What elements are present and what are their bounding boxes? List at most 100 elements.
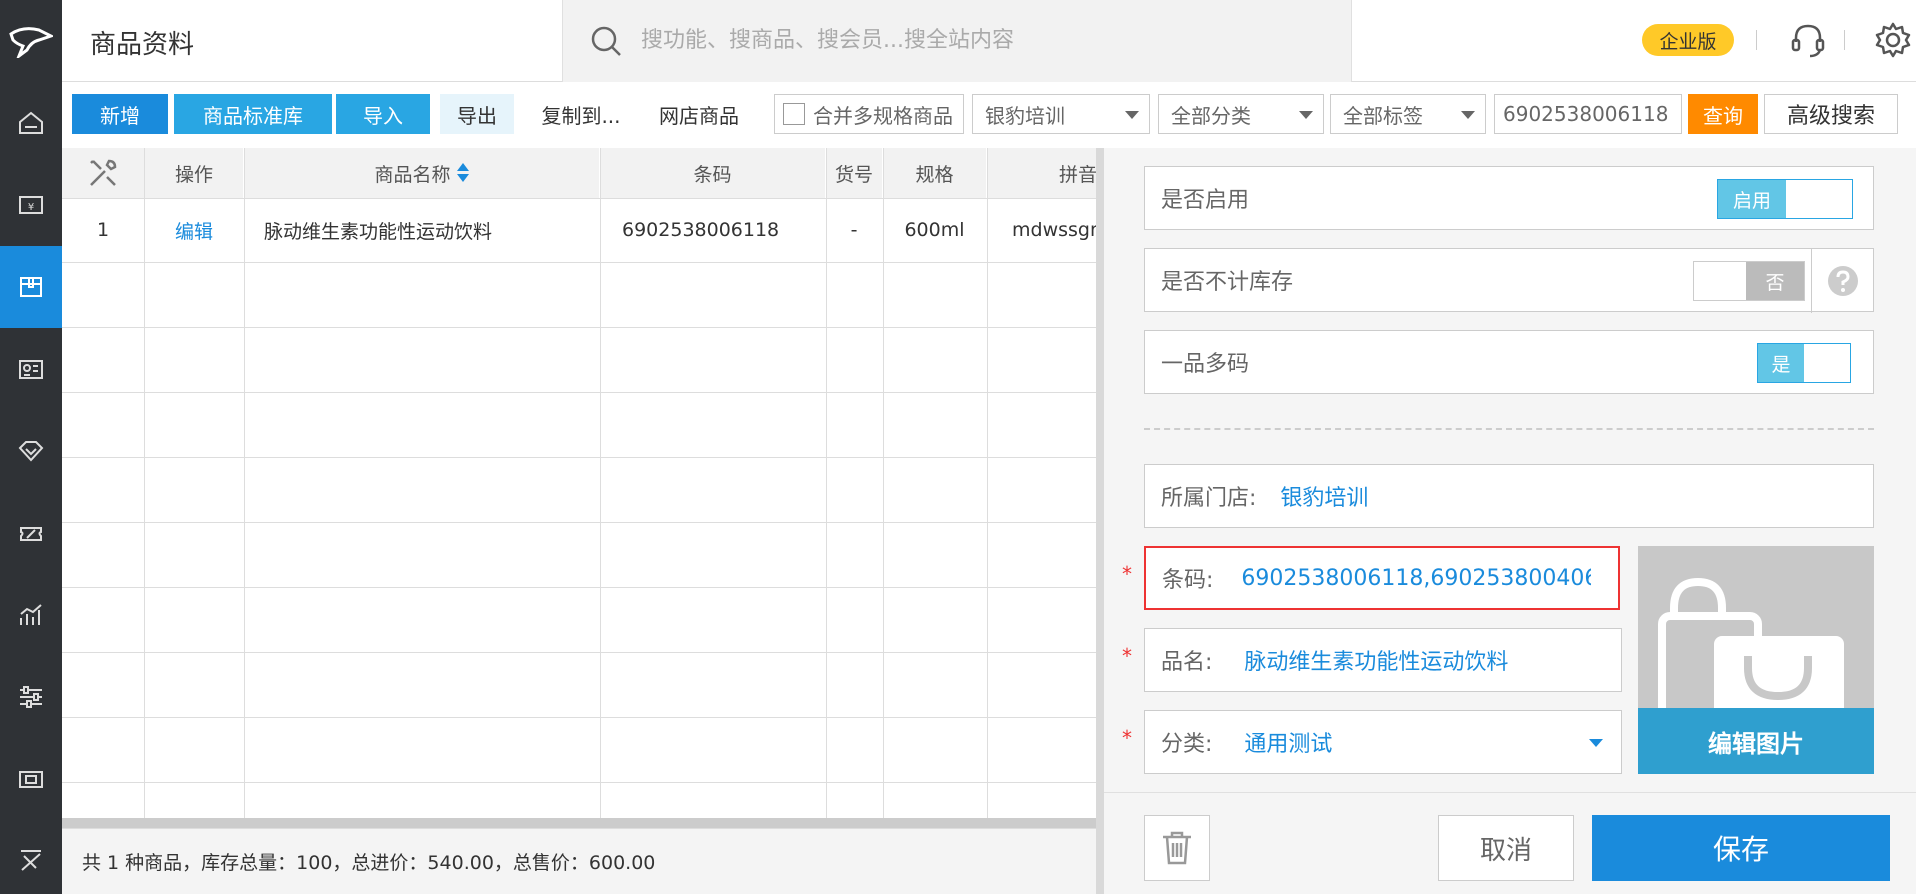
grid-line [62,652,1102,653]
copy-to-button[interactable]: 复制到... [522,94,640,134]
delete-button[interactable] [1144,815,1210,881]
toolbar: 新增 商品标准库 导入 导出 复制到... 网店商品 合并多规格商品 银豹培训 … [62,82,1916,148]
sort-icon[interactable] [456,163,469,183]
logo[interactable] [0,0,62,82]
save-button[interactable]: 保存 [1592,815,1890,881]
column-settings-header[interactable] [62,148,144,198]
category-value: 通用测试 [1244,732,1333,757]
coupon-icon [20,527,42,541]
sidebar-item-marketing[interactable] [0,410,62,492]
summary-footer: 共 1 种商品，库存总量：100，总进价：540.00，总售价：600.00 [62,828,1102,894]
row-pinyin: mdwssgnx [1012,219,1102,241]
sidebar-item-members[interactable] [0,328,62,410]
category-select[interactable]: 全部分类 [1158,94,1324,134]
horizontal-scrollbar[interactable] [62,818,1102,828]
cancel-button[interactable]: 取消 [1438,815,1574,881]
query-button[interactable]: 查询 [1688,94,1758,134]
diamond-icon [18,441,44,462]
required-mark: * [1122,726,1132,750]
required-mark: * [1122,562,1132,586]
barcode-query-input[interactable]: 6902538006118 [1494,94,1682,134]
store-label: 所属门店: [1161,486,1257,511]
name-value: 脉动维生素功能性运动饮料 [1244,650,1509,675]
grid-line [62,782,1102,783]
sliders-icon [20,686,42,708]
leopard-logo-icon [9,27,53,58]
store-value: 银豹培训 [1280,486,1369,511]
product-box-icon [20,277,42,297]
header-name[interactable]: 商品名称 [244,148,599,198]
grid-line [62,198,1102,199]
edit-image-button[interactable]: 编辑图片 [1638,708,1874,774]
grid-line [62,717,1102,718]
header-divider [1756,30,1757,50]
sidebar-item-coupons[interactable] [0,492,62,574]
row-barcode: 6902538006118 [622,219,780,241]
header-action: 操作 [145,148,243,198]
header-pinyin: 拼音 [987,148,1102,198]
enabled-toggle-on: 启用 [1718,180,1786,218]
sidebar-item-reports[interactable] [0,574,62,656]
header-spec: 规格 [883,148,986,198]
add-button[interactable]: 新增 [72,94,168,134]
grid-line [62,457,1102,458]
header-barcode: 条码 [600,148,825,198]
edit-link[interactable]: 编辑 [145,198,243,262]
import-button[interactable]: 导入 [336,94,430,134]
edition-badge[interactable]: 企业版 [1642,24,1734,56]
multi-code-toggle-on: 是 [1758,344,1804,382]
headset-support-icon[interactable] [1788,20,1828,60]
global-search[interactable] [562,0,1352,82]
sidebar-item-settings[interactable] [0,656,62,738]
advanced-search-button[interactable]: 高级搜索 [1764,94,1898,134]
tag-select[interactable]: 全部标签 [1330,94,1486,134]
barcode-label: 条码: [1162,568,1214,593]
sidebar-item-tools[interactable] [0,820,62,894]
store-select[interactable]: 银豹培训 [972,94,1150,134]
multi-code-row: 一品多码 是 [1144,330,1874,394]
online-products-button[interactable]: 网店商品 [644,94,754,134]
panel-action-bar: 取消 保存 [1104,792,1916,894]
export-button[interactable]: 导出 [440,94,514,134]
grid-line [62,392,1102,393]
sidebar-item-products[interactable] [0,246,62,328]
product-edit-panel: 是否启用 启用 是否不计库存 否 一品多码 是 所属门店: 银豹培训 * 条码:… [1096,148,1916,894]
row-spec: 600ml [904,219,965,241]
page-title: 商品资料 [90,30,195,60]
merge-specs-checkbox[interactable]: 合并多规格商品 [774,94,964,134]
grid-line [244,148,245,820]
multi-code-label: 一品多码 [1161,352,1250,377]
chart-icon [20,604,42,625]
chevron-down-icon [1461,111,1475,119]
device-icon [19,771,43,788]
help-icon[interactable] [1811,249,1873,313]
standard-library-button[interactable]: 商品标准库 [174,94,332,134]
grid-line [600,148,601,820]
gear-icon[interactable] [1873,20,1913,60]
no-stock-label: 是否不计库存 [1161,270,1294,295]
name-label: 品名: [1161,650,1213,675]
chevron-down-icon [1589,739,1603,747]
row-sku: - [850,219,858,241]
required-mark: * [1122,644,1132,668]
checkbox-box[interactable] [783,103,805,125]
sidebar-item-devices[interactable] [0,738,62,820]
trash-icon [1163,831,1191,865]
barcode-field[interactable]: 条码: 6902538006118,690253800406... [1144,546,1620,610]
category-select-value: 全部分类 [1171,103,1251,128]
product-table: 操作 商品名称 条码 货号 规格 拼音 1 编辑 脉动维生素功能性运动饮料 69… [62,148,1102,820]
no-stock-toggle-off: 否 [1746,262,1804,300]
sidebar-item-cashier[interactable]: ¥ [0,164,62,246]
header-name-label: 商品名称 [374,163,451,186]
enabled-toggle[interactable]: 启用 [1717,179,1853,219]
no-stock-toggle[interactable]: 否 [1693,261,1805,301]
product-image[interactable]: 编辑图片 [1638,546,1874,774]
grid-line [883,148,884,820]
name-field[interactable]: 品名: 脉动维生素功能性运动饮料 [1144,628,1622,692]
category-field[interactable]: 分类: 通用测试 [1144,710,1622,774]
sidebar-item-home[interactable] [0,82,62,164]
search-input[interactable] [641,20,1301,60]
top-header: 商品资料 企业版 [62,0,1916,82]
multi-code-toggle[interactable]: 是 [1757,343,1851,383]
svg-text:¥: ¥ [28,202,34,213]
